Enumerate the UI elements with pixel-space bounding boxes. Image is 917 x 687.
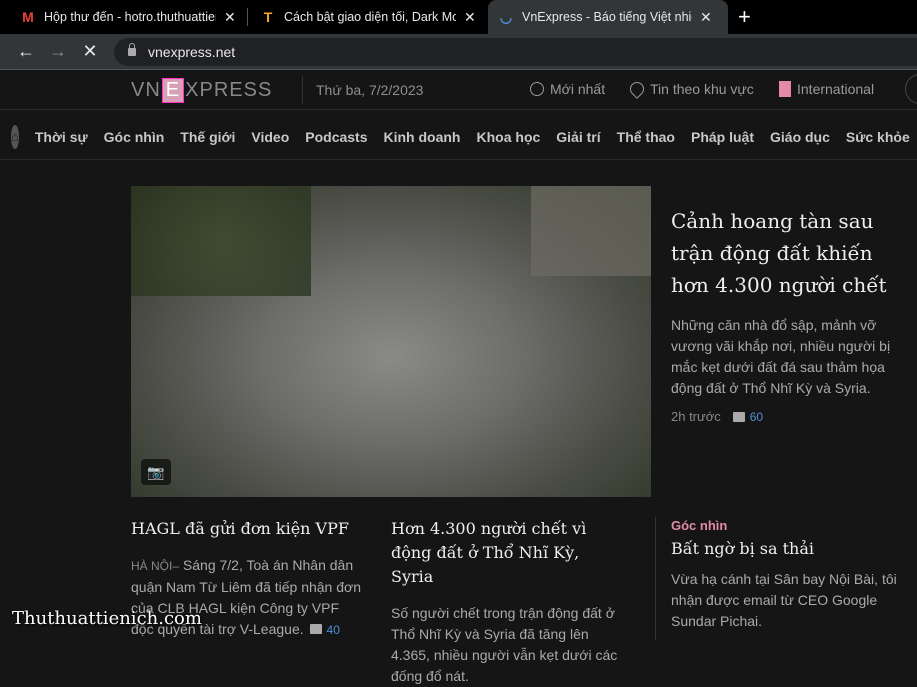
comment-count[interactable]: 60 [750,410,763,424]
close-tab-icon[interactable]: ✕ [224,9,236,26]
comment-icon [309,624,322,634]
close-tab-icon[interactable]: ✕ [700,9,712,26]
tab-gmail[interactable]: M Hộp thư đến - hotro.thuthuattienich ✕ [10,0,246,34]
featured-summary: Những căn nhà đổ sập, mảnh vỡ vương vãi … [671,317,891,396]
article-goc-nhin: Góc nhìn Bất ngờ bị sa thải Vừa hạ cánh … [671,518,901,632]
address-bar[interactable]: vnexpress.net [114,37,917,66]
nav-the-thao[interactable]: Thể thao [617,129,675,145]
nav-thoi-su[interactable]: Thời sự [35,129,88,145]
tab-title: Cách bật giao diện tối, Dark Mode [284,10,456,24]
featured-image[interactable]: 📷 [131,186,651,497]
lock-icon [128,42,136,56]
site-header: VN E XPRESS Thứ ba, 7/2/2023 Mới nhất Tin … [0,70,917,110]
url-text: vnexpress.net [148,43,236,60]
vnexpress-logo[interactable]: VN E XPRESS [131,78,272,103]
nav-giao-duc[interactable]: Giáo dục [770,129,830,145]
clock-icon [530,82,544,96]
nav-kinh-doanh[interactable]: Kinh doanh [384,129,461,145]
forward-icon[interactable]: → [42,41,74,62]
nav-the-gioi[interactable]: Thế giới [180,129,235,145]
watermark: Thuthuattienich.com [12,608,202,629]
tab-vnexpress[interactable]: ◡ VnExpress - Báo tiếng Việt nhiều người… [488,0,728,34]
category-nav: ⌂ Thời sự Góc nhìn Thế giới Video Podcas… [0,114,917,160]
tab-dark-mode[interactable]: T Cách bật giao diện tối, Dark Mode ✕ [250,0,486,34]
date-text: Thứ ba, 7/2/2023 [316,82,424,98]
nav-video[interactable]: Video [251,129,289,145]
location-pin-icon [627,79,647,99]
loading-icon: ◡ [499,8,513,25]
nav-giai-tri[interactable]: Giải trí [556,129,600,145]
article-category[interactable]: Góc nhìn [671,518,901,533]
nav-goc-nhin[interactable]: Góc nhìn [104,129,165,145]
article-summary: Vừa hạ cánh tại Sân bay Nội Bài, tôi nhậ… [671,571,897,629]
featured-article: Cảnh hoang tàn sau trận động đất khiến h… [671,205,901,424]
tab-title: Hộp thư đến - hotro.thuthuattienich [44,10,216,24]
international-link[interactable]: International [779,81,874,97]
featured-title[interactable]: Cảnh hoang tàn sau trận động đất khiến h… [671,205,901,301]
article-summary: Số người chết trong trận động đất ở Thổ … [391,605,618,684]
article-title[interactable]: Bất ngờ bị sa thải [671,537,901,561]
latest-link[interactable]: Mới nhất [530,81,605,97]
article-title[interactable]: HAGL đã gửi đơn kiện VPF [131,517,361,541]
browser-toolbar: ← → ✕ vnexpress.net [0,34,917,70]
nav-khoa-hoc[interactable]: Khoa học [477,129,541,145]
new-tab-button[interactable]: + [738,4,751,30]
t-logo-icon: T [263,9,273,25]
regional-news-link[interactable]: Tin theo khu vực [627,79,754,99]
article-title[interactable]: Hơn 4.300 người chết vì động đất ở Thổ N… [391,517,621,589]
international-icon [779,81,791,97]
featured-time: 2h trước [671,409,721,424]
comment-icon [732,411,745,422]
gmail-icon: M [22,9,34,25]
tab-title: VnExpress - Báo tiếng Việt nhiều người x… [522,10,692,24]
article-location: HÀ NỘI– [131,559,180,573]
stop-icon[interactable]: ✕ [74,41,106,62]
comment-count[interactable]: 40 [327,623,340,637]
article-earthquake: Hơn 4.300 người chết vì động đất ở Thổ N… [391,517,621,687]
close-tab-icon[interactable]: ✕ [464,9,476,26]
nav-phap-luat[interactable]: Pháp luật [691,129,754,145]
home-icon[interactable]: ⌂ [11,124,19,149]
camera-icon: 📷 [141,459,171,485]
back-icon[interactable]: ← [10,41,42,62]
nav-podcasts[interactable]: Podcasts [305,129,367,145]
user-button[interactable] [905,74,917,104]
nav-suc-khoe[interactable]: Sức khỏe [846,129,910,145]
tab-bar: M Hộp thư đến - hotro.thuthuattienich ✕ … [0,0,917,34]
